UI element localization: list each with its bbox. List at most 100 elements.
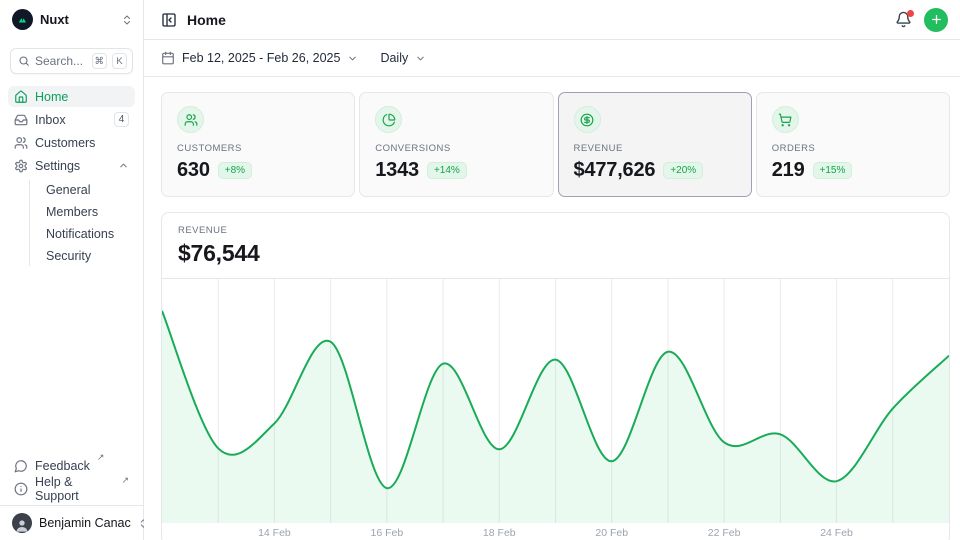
user-name: Benjamin Canac (39, 516, 131, 530)
sidebar-item-settings[interactable]: Settings (8, 155, 135, 176)
date-range-value: Feb 12, 2025 - Feb 26, 2025 (182, 51, 340, 65)
main-area: Home Feb 12, 2025 - Feb 26, 2025 (144, 0, 960, 540)
sidebar-item-security[interactable]: Security (41, 246, 135, 266)
sidebar-spacer (0, 266, 143, 455)
stat-value: $477,626 (574, 159, 656, 182)
chart-header: REVENUE $76,544 (162, 213, 949, 278)
filter-toolbar: Feb 12, 2025 - Feb 26, 2025 Daily (144, 40, 960, 77)
sidebar: Nuxt ⌘ K Home Inbo (0, 0, 144, 540)
sub-item-label: Security (46, 249, 91, 263)
stat-card-conversions[interactable]: CONVERSIONS 1343 +14% (359, 92, 553, 197)
sub-item-label: General (46, 183, 90, 197)
chevron-up-icon (118, 160, 129, 171)
stat-value: 219 (772, 159, 805, 182)
top-header: Home (144, 0, 960, 40)
stat-value: 630 (177, 159, 210, 182)
revenue-area-chart[interactable] (162, 278, 949, 523)
gear-icon (14, 159, 28, 173)
x-tick-label: 22 Feb (708, 527, 741, 539)
stat-card-revenue[interactable]: REVENUE $477,626 +20% (558, 92, 752, 197)
search-field[interactable] (35, 54, 87, 68)
chevron-down-icon (347, 53, 358, 64)
external-link-icon: ↗ (97, 452, 105, 463)
workspace-switcher[interactable]: Nuxt (0, 0, 143, 36)
help-support-link[interactable]: Help & Support ↗ (8, 478, 135, 499)
stat-value: 1343 (375, 159, 419, 182)
external-link-icon: ↗ (121, 475, 129, 486)
notification-dot (907, 10, 914, 17)
chart-canvas (162, 279, 949, 523)
granularity-value: Daily (380, 51, 408, 65)
stat-label: CONVERSIONS (375, 143, 537, 154)
notifications-button[interactable] (895, 11, 912, 28)
collapse-sidebar-icon[interactable] (161, 12, 177, 28)
avatar (12, 513, 32, 533)
stats-row: CUSTOMERS 630 +8% CONVERSIONS 1343 +14% (161, 92, 950, 197)
sub-item-label: Notifications (46, 227, 114, 241)
x-tick-label: 14 Feb (258, 527, 291, 539)
users-icon (177, 106, 204, 133)
chevron-down-icon (415, 53, 426, 64)
app-window: Nuxt ⌘ K Home Inbo (0, 0, 960, 540)
header-actions (895, 8, 948, 32)
users-icon (14, 136, 28, 150)
calendar-icon (161, 51, 175, 65)
search-input[interactable]: ⌘ K (10, 48, 133, 74)
chart-x-axis: 14 Feb 16 Feb 18 Feb 20 Feb 22 Feb 24 Feb (162, 523, 949, 540)
inbox-icon (14, 113, 28, 127)
plus-icon (930, 13, 943, 26)
page-content: CUSTOMERS 630 +8% CONVERSIONS 1343 +14% (144, 77, 960, 540)
x-tick-label: 18 Feb (483, 527, 516, 539)
user-menu[interactable]: Benjamin Canac (0, 505, 143, 540)
sidebar-item-members[interactable]: Members (41, 202, 135, 222)
chevrons-up-down-icon (121, 14, 133, 26)
sidebar-item-label: Home (35, 90, 129, 104)
date-range-picker[interactable]: Feb 12, 2025 - Feb 26, 2025 (161, 51, 358, 65)
shopping-cart-icon (772, 106, 799, 133)
settings-submenu: General Members Notifications Security (29, 180, 135, 266)
stat-card-customers[interactable]: CUSTOMERS 630 +8% (161, 92, 355, 197)
message-circle-icon (14, 459, 28, 473)
sidebar-item-home[interactable]: Home (8, 86, 135, 107)
kbd-k: K (112, 53, 127, 69)
sidebar-item-notifications[interactable]: Notifications (41, 224, 135, 244)
footer-link-label: Help & Support (35, 475, 114, 503)
sidebar-item-customers[interactable]: Customers (8, 132, 135, 153)
inbox-count-badge: 4 (114, 112, 129, 127)
sidebar-footer: Feedback ↗ Help & Support ↗ (8, 455, 135, 499)
home-icon (14, 90, 28, 104)
stat-card-orders[interactable]: ORDERS 219 +15% (756, 92, 950, 197)
sidebar-item-label: Settings (35, 159, 111, 173)
stat-delta-badge: +20% (663, 162, 703, 179)
revenue-chart-card: REVENUE $76,544 14 Feb 16 Feb 18 Feb 20 Feb… (161, 212, 950, 540)
x-tick-label: 24 Feb (820, 527, 853, 539)
info-circle-icon (14, 482, 28, 496)
add-button[interactable] (924, 8, 948, 32)
stat-delta-badge: +8% (218, 162, 252, 179)
chart-metric-value: $76,544 (178, 240, 933, 267)
sidebar-nav: Home Inbox 4 Customers Settings (8, 86, 135, 266)
granularity-select[interactable]: Daily (380, 51, 426, 65)
workspace-name: Nuxt (40, 12, 114, 27)
sub-item-label: Members (46, 205, 98, 219)
sidebar-item-label: Customers (35, 136, 129, 150)
stat-label: ORDERS (772, 143, 934, 154)
stat-delta-badge: +15% (813, 162, 853, 179)
nuxt-logo-icon (12, 9, 33, 30)
stat-delta-badge: +14% (427, 162, 467, 179)
sidebar-item-inbox[interactable]: Inbox 4 (8, 109, 135, 130)
x-tick-label: 20 Feb (595, 527, 628, 539)
page-title: Home (187, 12, 226, 28)
pie-chart-icon (375, 106, 402, 133)
footer-link-label: Feedback (35, 459, 90, 473)
search-icon (18, 55, 30, 67)
feedback-link[interactable]: Feedback ↗ (8, 455, 135, 476)
x-tick-label: 16 Feb (370, 527, 403, 539)
sidebar-item-label: Inbox (35, 113, 107, 127)
kbd-meta: ⌘ (92, 53, 108, 69)
stat-label: REVENUE (574, 143, 736, 154)
stat-label: CUSTOMERS (177, 143, 339, 154)
dollar-circle-icon (574, 106, 601, 133)
chart-metric-label: REVENUE (178, 225, 933, 236)
sidebar-item-general[interactable]: General (41, 180, 135, 200)
